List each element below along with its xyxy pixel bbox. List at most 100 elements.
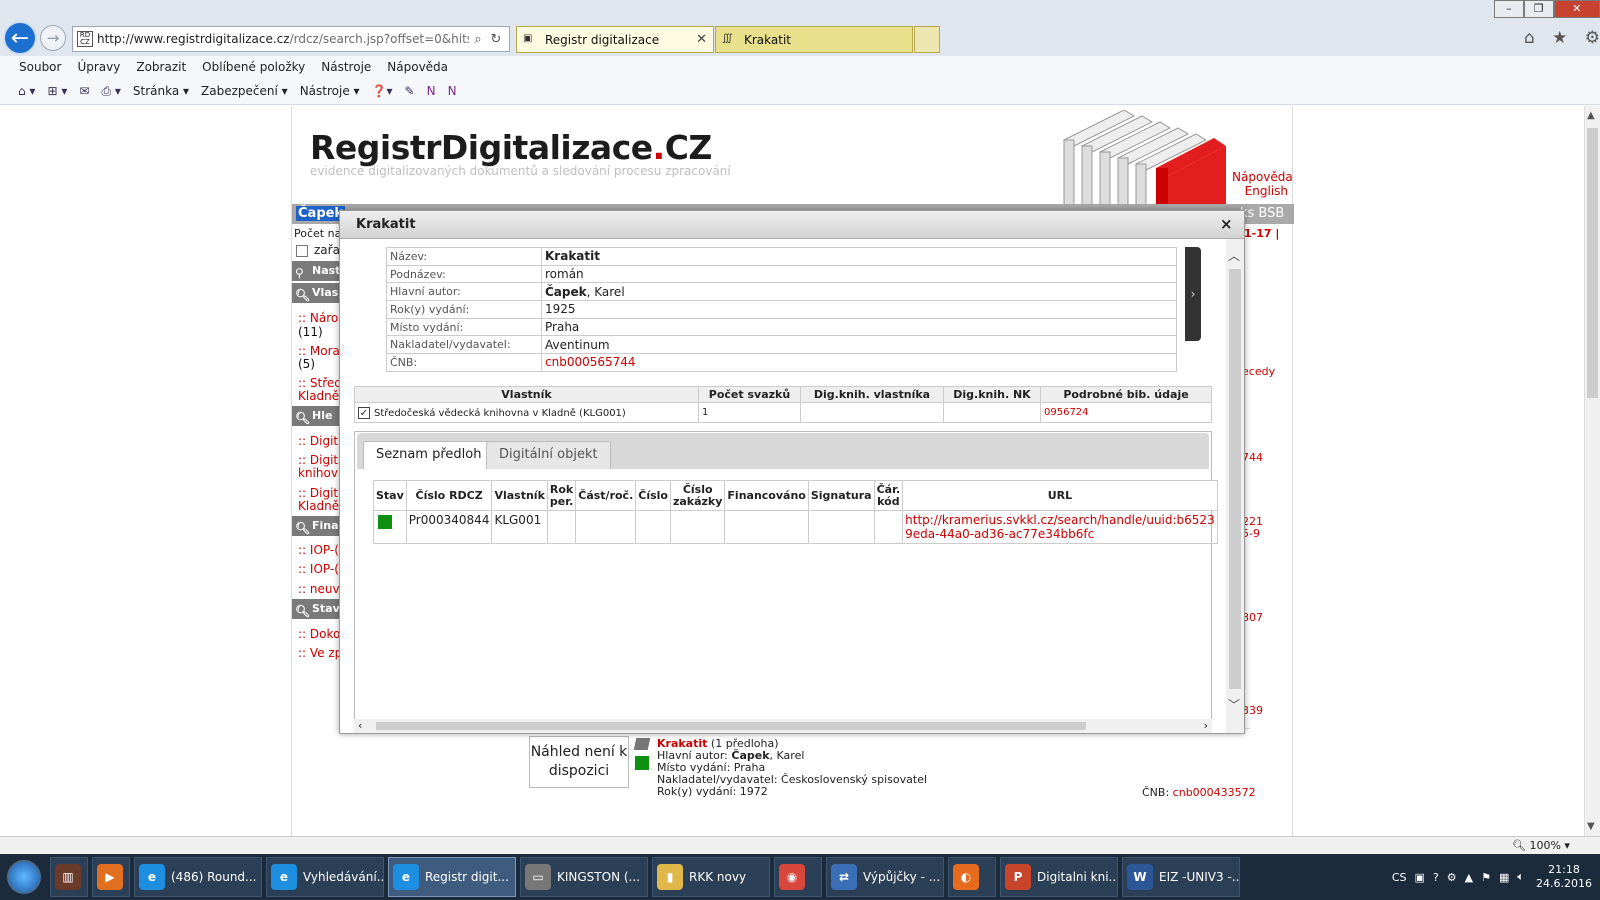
tray-expand-icon[interactable]: ▲ [1465,871,1473,884]
minimize-icon[interactable]: – [1494,0,1524,18]
magnifier-icon: 🔍︎ [295,521,311,535]
menu-soubor[interactable]: Soubor [19,60,61,74]
print-icon[interactable]: ⎙ ▾ [101,84,120,99]
menu-oblibene[interactable]: Oblíbené položky [202,60,305,74]
tab-seznam-predloh[interactable]: Seznam předloh [363,441,495,469]
side-link[interactable]: :: Doko [298,627,340,641]
url-link[interactable]: http://kramerius.svkkl.cz/search/handle/… [902,510,1218,544]
side-link[interactable]: :: Digit [298,486,338,500]
start-button[interactable] [0,854,48,900]
right-link[interactable]: 339 [1242,704,1263,717]
search-icon[interactable]: ⌕ [469,32,487,47]
side-link[interactable]: Kladně [298,389,339,403]
gear-icon[interactable]: ⚙ [1585,28,1600,50]
side-link[interactable]: Kladně [298,499,339,513]
side-link[interactable]: :: Digit [298,453,338,467]
language-indicator[interactable]: CS [1392,871,1407,884]
tab-krakatit[interactable]: ∭ Krakatit [715,26,913,53]
menu-napoveda[interactable]: Nápověda [387,60,448,74]
forward-button[interactable]: → [40,25,66,51]
refresh-icon[interactable]: ↻ [487,32,505,47]
side-link[interactable]: :: Střed [298,376,342,390]
cmd-nastroje[interactable]: Nástroje ▾ [300,84,360,98]
right-link[interactable]: ecedy [1242,365,1275,378]
page-scrollbar[interactable]: ▲ ▼ [1584,106,1600,836]
taskbar-item[interactable]: e Registr digit... [388,857,516,897]
star-icon[interactable]: ★ [1552,28,1567,50]
taskbar-item[interactable]: ⇄ Výpůjčky - ... [826,857,944,897]
maximize-icon[interactable]: ❐ [1523,0,1554,18]
taskbar-app[interactable]: ▶ [92,857,130,897]
modal-scrollbar[interactable]: ︿ ﹀ [1226,239,1244,733]
folder-icon: ▮ [657,864,683,890]
flag-icon[interactable]: ⚑ [1481,871,1491,884]
menu-nastroje[interactable]: Nástroje [321,60,371,74]
side-link[interactable]: :: Ve zp [298,646,342,660]
taskbar-app[interactable]: ▥ [50,857,88,897]
new-tab-button[interactable] [914,26,940,53]
page-navigation[interactable]: 1-17 | [1244,227,1279,240]
horizontal-scrollbar[interactable]: ‹ › [354,719,1212,733]
help-icon[interactable]: ? [1433,871,1439,884]
taskbar-item[interactable]: ◉ [774,857,822,897]
side-link[interactable]: :: Mora [298,344,340,358]
scroll-up-icon: ︿ [1228,249,1241,263]
mail-icon[interactable]: ✉ [79,84,89,98]
home-icon[interactable]: ⌂ [1524,28,1535,50]
pdf-icon[interactable]: ▣ [1415,871,1425,884]
taskbar-item[interactable]: e Vyhledávání... [266,857,384,897]
zoom-level[interactable]: 🔍︎ 100% ▾ [1512,839,1570,852]
right-link[interactable]: 744 [1242,451,1263,464]
english-link[interactable]: English [1232,184,1288,198]
tab-registr[interactable]: ▣ Registr digitalizace ✕ [516,26,714,53]
settings-icon[interactable]: ⚙ [1447,871,1457,884]
search-term[interactable]: Čapek [296,206,346,221]
taskbar-item[interactable]: ◐ [948,857,996,897]
address-text[interactable]: http://www.registrdigitalizace.cz/rdcz/s… [97,32,469,46]
side-link[interactable]: :: IOP-( [298,562,339,576]
side-link[interactable]: :: IOP-( [298,543,339,557]
status-square [635,756,649,770]
sort-checkbox-row[interactable]: zařa [296,243,340,257]
next-arrow-icon[interactable]: › [1185,247,1201,341]
network-icon[interactable]: ▦ [1499,871,1509,884]
originals-table: Stav Číslo RDCZ Vlastník Rok per. Část/r… [373,480,1218,544]
taskbar-item[interactable]: P Digitalni kni... [1000,857,1118,897]
site-logo[interactable]: RegistrDigitalizace.CZ [310,128,712,167]
taskbar-item[interactable]: ▮ RKK novy [652,857,770,897]
tab-digitalni-objekt[interactable]: Digitální objekt [486,441,611,469]
taskbar-item[interactable]: ▭ KINGSTON (... [520,857,648,897]
taskbar-item[interactable]: e (486) Round... [134,857,262,897]
address-bar[interactable]: RD CZ http://www.registrdigitalizace.cz/… [72,26,510,52]
scroll-thumb [376,722,1086,730]
back-button[interactable]: ← [3,21,37,55]
menu-upravy[interactable]: Úpravy [77,60,120,74]
side-link[interactable]: :: neuv [298,582,340,596]
checkbox[interactable] [296,244,308,257]
side-link[interactable]: :: Náro [298,311,338,325]
onenote-icon[interactable]: N [448,84,457,98]
close-icon[interactable]: × [1220,215,1233,233]
cmd-stranka[interactable]: Stránka ▾ [133,84,189,98]
rss-icon[interactable]: ⊞ ▾ [47,84,67,98]
bib-link[interactable]: 0956724 [1040,402,1212,423]
home-icon[interactable]: ⌂ ▾ [18,84,35,98]
bsb-label[interactable]: ks BSB [1240,206,1284,221]
cnb-link[interactable]: cnb000565744 [541,353,1177,372]
close-tab-icon[interactable]: ✕ [696,32,707,47]
side-link[interactable]: :: Digit [298,434,338,448]
clock[interactable]: 21:18 24.6.2016 [1536,863,1592,891]
scroll-left-icon: ‹ [358,719,363,732]
help-link[interactable]: Nápověda [1232,170,1293,184]
close-window-icon[interactable]: ✕ [1553,0,1600,18]
record-cnb: ČNB: cnb000433572 [1142,786,1256,799]
taskbar-item[interactable]: W EIZ -UNIV3 -... [1122,857,1240,897]
volume-icon[interactable]: 🔈︎ [1517,870,1524,884]
onenote-icon[interactable]: N [427,84,436,98]
help-icon[interactable]: ❓▾ [372,84,393,98]
menu-zobrazit[interactable]: Zobrazit [136,60,186,74]
right-link[interactable]: 807 [1242,611,1263,624]
owner-checkbox[interactable]: ✓ [358,406,370,419]
research-icon[interactable]: ✎ [405,84,415,98]
cmd-zabezpeceni[interactable]: Zabezpečení ▾ [201,84,288,98]
